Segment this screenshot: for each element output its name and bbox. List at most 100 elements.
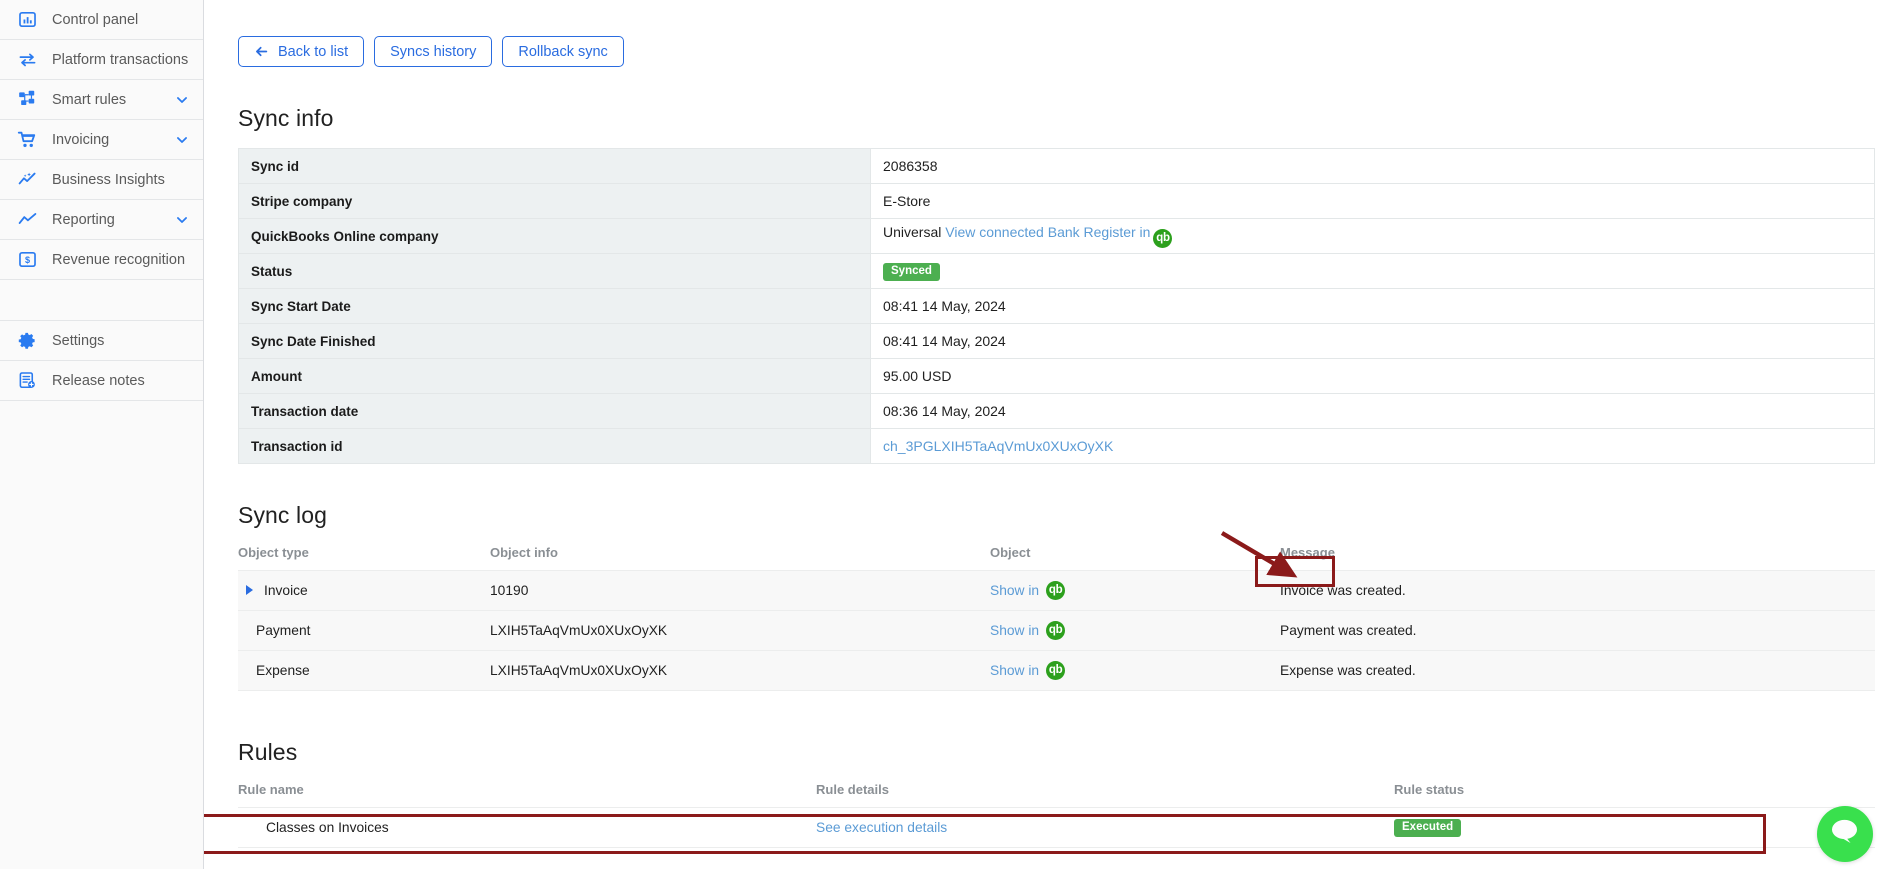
sidebar-item-reporting[interactable]: Reporting [0, 200, 203, 240]
rollback-sync-label: Rollback sync [518, 43, 608, 60]
sidebar-item-label: Release notes [52, 372, 145, 389]
column-header-rule-name: Rule name [238, 782, 304, 797]
sidebar-item-invoicing[interactable]: Invoicing [0, 120, 203, 160]
row-value: 95.00 USD [870, 358, 1875, 394]
table-header-row: Object type Object info Object Message [238, 545, 1875, 571]
see-execution-details-link[interactable]: See execution details [816, 820, 947, 835]
cell-object: Show in qb [990, 610, 1280, 651]
document-plus-icon [16, 370, 38, 392]
table-row: QuickBooks Online company Universal View… [238, 218, 1875, 254]
quickbooks-icon: qb [1046, 661, 1066, 680]
column-header-object-type: Object type [238, 545, 309, 560]
sync-log-title: Sync log [238, 502, 328, 528]
show-in-quickbooks-link[interactable]: Show in qb [990, 661, 1066, 680]
row-value: 08:36 14 May, 2024 [870, 393, 1875, 429]
row-key: Sync Date Finished [238, 323, 871, 359]
table-row: Status Synced [238, 253, 1875, 289]
row-key: QuickBooks Online company [238, 218, 871, 254]
back-to-list-label: Back to list [278, 43, 349, 60]
sync-info-title: Sync info [238, 105, 334, 131]
view-connected-bank-register-link[interactable]: View connected Bank Register in [945, 224, 1150, 240]
cell-message: Expense was created. [1280, 650, 1875, 691]
line-chart-icon [16, 209, 38, 231]
table-header-row: Rule name Rule details Rule status [238, 782, 1875, 808]
cell-object: Show in qb [990, 650, 1280, 691]
table-row: Sync Start Date 08:41 14 May, 2024 [238, 288, 1875, 324]
sidebar-item-control-panel[interactable]: Control panel [0, 0, 203, 40]
sidebar-item-revenue-recognition[interactable]: $ Revenue recognition [0, 240, 203, 280]
object-type-label: Invoice [264, 582, 308, 598]
cell-object-type: Payment [238, 610, 490, 651]
sync-log-table: Object type Object info Object Message I… [238, 545, 1875, 691]
column-header-rule-details: Rule details [816, 782, 889, 797]
expand-row-caret-icon[interactable] [246, 585, 253, 596]
sidebar-item-smart-rules[interactable]: Smart rules [0, 80, 203, 120]
transfer-arrows-icon [16, 49, 38, 71]
sidebar-item-label: Smart rules [52, 91, 127, 108]
transaction-id-link[interactable]: ch_3PGLXIH5TaAqVmUx0XUxOyXK [883, 438, 1113, 454]
sidebar-item-platform-transactions[interactable]: Platform transactions [0, 40, 203, 80]
row-key: Transaction id [238, 428, 871, 464]
app-root: Control panel Platform transactions Smar… [0, 0, 1889, 869]
chevron-down-icon[interactable] [175, 93, 189, 107]
table-row: Invoice 10190 Show in qb Invoice was crea… [238, 570, 1875, 611]
column-header-object: Object [990, 545, 1031, 560]
cell-object-info: 10190 [490, 570, 990, 611]
row-key: Stripe company [238, 183, 871, 219]
row-value-quickbooks-company: Universal View connected Bank Register i… [870, 218, 1875, 254]
sidebar-item-label: Invoicing [52, 131, 110, 148]
dollar-square-icon: $ [16, 249, 38, 271]
show-in-label: Show in [990, 583, 1040, 598]
chart-bar-icon [16, 9, 38, 31]
column-header-message: Message [1280, 545, 1335, 560]
chevron-down-icon[interactable] [175, 213, 189, 227]
row-key: Transaction date [238, 393, 871, 429]
cell-object: Show in qb [990, 570, 1280, 611]
chevron-down-icon[interactable] [175, 133, 189, 147]
table-row: Sync Date Finished 08:41 14 May, 2024 [238, 323, 1875, 359]
row-key: Sync id [238, 148, 871, 184]
chat-widget-button[interactable] [1817, 806, 1873, 862]
rollback-sync-button[interactable]: Rollback sync [502, 36, 624, 67]
qbo-company-name: Universal [883, 224, 942, 240]
row-value-status: Synced [870, 253, 1875, 289]
sidebar-item-label: Control panel [52, 11, 139, 28]
sidebar-item-release-notes[interactable]: Release notes [0, 361, 203, 401]
page-toolbar: Back to list Syncs history Rollback sync [238, 0, 1889, 67]
sidebar-divider [0, 280, 203, 321]
table-row: Transaction date 08:36 14 May, 2024 [238, 393, 1875, 429]
status-badge: Synced [883, 262, 940, 282]
show-in-quickbooks-link[interactable]: Show in qb [990, 621, 1066, 640]
sidebar-item-label: Settings [52, 332, 105, 349]
cell-message: Payment was created. [1280, 610, 1875, 651]
show-in-quickbooks-link[interactable]: Show in qb [990, 581, 1066, 600]
row-value: 2086358 [870, 148, 1875, 184]
quickbooks-icon: qb [1046, 621, 1066, 640]
row-value-transaction-id: ch_3PGLXIH5TaAqVmUx0XUxOyXK [870, 428, 1875, 464]
back-to-list-button[interactable]: Back to list [238, 36, 365, 67]
row-key: Amount [238, 358, 871, 394]
quickbooks-icon: qb [1046, 581, 1066, 600]
column-header-rule-status: Rule status [1394, 782, 1465, 797]
row-key: Status [238, 253, 871, 289]
row-value: 08:41 14 May, 2024 [870, 288, 1875, 324]
sidebar-item-business-insights[interactable]: Business Insights [0, 160, 203, 200]
show-in-label: Show in [990, 623, 1040, 638]
cell-rule-name: Classes on Invoices [238, 807, 816, 848]
cell-object-info: LXIH5TaAqVmUx0XUxOyXK [490, 650, 990, 691]
table-row: Sync id 2086358 [238, 148, 1875, 184]
sidebar-item-settings[interactable]: Settings [0, 321, 203, 361]
syncs-history-label: Syncs history [390, 43, 477, 60]
syncs-history-button[interactable]: Syncs history [374, 36, 493, 67]
rule-status-badge: Executed [1394, 818, 1462, 838]
row-value: E-Store [870, 183, 1875, 219]
sidebar-item-label: Platform transactions [52, 51, 189, 68]
cell-object-type: Expense [238, 650, 490, 691]
sitemap-icon [16, 89, 38, 111]
gear-icon [16, 330, 38, 352]
sidebar-item-label: Reporting [52, 211, 115, 228]
chat-bubble-icon [1828, 816, 1862, 853]
object-type-label: Payment [256, 623, 311, 638]
insights-sparkline-icon [16, 169, 38, 191]
cell-message: Invoice was created. [1280, 570, 1875, 611]
